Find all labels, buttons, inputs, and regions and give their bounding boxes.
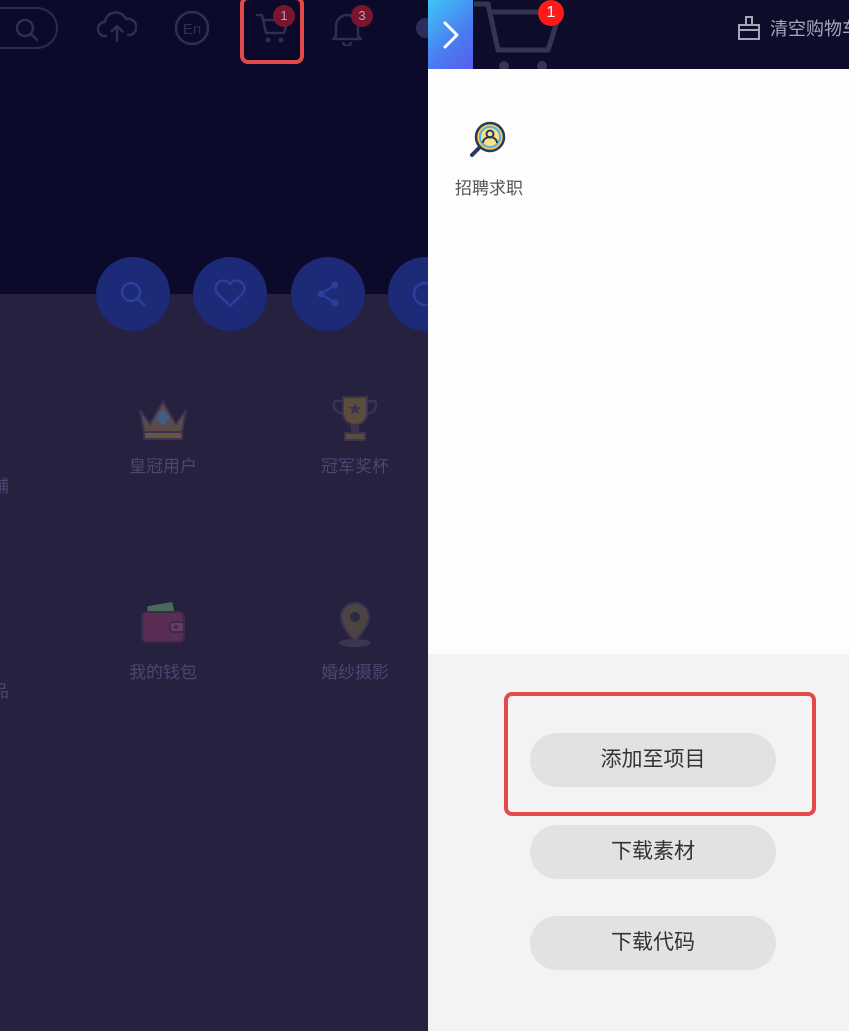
cart-items-list: 招聘求职 — [428, 69, 849, 654]
upload-cloud-icon[interactable] — [95, 6, 139, 50]
location-pin-icon — [339, 601, 371, 647]
cart-item[interactable]: 招聘求职 — [444, 119, 534, 199]
wallet-icon — [141, 602, 185, 643]
cart-item-label: 招聘求职 — [455, 179, 523, 198]
more-icon — [412, 281, 428, 307]
download-assets-button[interactable]: 下载素材 — [530, 825, 776, 879]
grid-item-champion-cup[interactable]: 冠军奖杯 — [295, 390, 415, 477]
cart-panel: 1 清空购物车 招聘求职 添加至项目 下载素材 下载代码 — [428, 0, 849, 1031]
grid-item-my-wallet[interactable]: 我的钱包 — [103, 596, 223, 683]
favorite-circle-button[interactable] — [193, 257, 267, 331]
search-box[interactable] — [0, 7, 58, 49]
grid-label-cut: 品 — [0, 682, 9, 701]
grid-label-champion-cup: 冠军奖杯 — [321, 457, 389, 476]
search-circle-button[interactable] — [96, 257, 170, 331]
grid-label-wedding-photo: 婚纱摄影 — [321, 663, 389, 682]
clear-cart-label: 清空购物车 — [770, 19, 849, 39]
grid-item-wedding-photo[interactable]: 婚纱摄影 — [295, 596, 415, 683]
share-icon — [317, 281, 339, 307]
language-icon-text: En — [183, 21, 201, 38]
cart-actions: 添加至项目 下载素材 下载代码 — [428, 654, 849, 1031]
clear-cart-button[interactable]: 清空购物车 — [736, 15, 849, 41]
cart-panel-header: 1 清空购物车 — [428, 0, 849, 71]
crown-icon — [139, 400, 187, 440]
background-page: En 1 3 铺 皇冠用户 冠军奖杯 品 我的钱包 婚纱摄影 — [0, 0, 428, 1031]
broom-icon — [738, 16, 760, 40]
language-switch-icon[interactable]: En — [170, 6, 214, 50]
notification-badge: 3 — [351, 5, 373, 27]
heart-icon — [214, 279, 246, 308]
chevron-right-icon — [443, 21, 458, 48]
trophy-icon — [332, 396, 378, 441]
grid-item-crown-user[interactable]: 皇冠用户 — [103, 390, 223, 477]
download-code-button[interactable]: 下载代码 — [530, 916, 776, 970]
grid-label-cut: 铺 — [0, 477, 9, 496]
add-to-project-button[interactable]: 添加至项目 — [530, 733, 776, 787]
recruitment-search-icon — [470, 121, 506, 157]
grid-label-crown-user: 皇冠用户 — [129, 457, 197, 476]
collapse-panel-button[interactable] — [428, 0, 473, 69]
search-icon — [15, 18, 39, 42]
search-icon — [120, 281, 146, 307]
cart-count-badge: 1 — [538, 0, 564, 26]
user-group-icon[interactable] — [404, 6, 428, 50]
share-circle-button[interactable] — [291, 257, 365, 331]
grid-label-my-wallet: 我的钱包 — [129, 663, 197, 682]
cart-icon-highlight — [240, 0, 304, 64]
